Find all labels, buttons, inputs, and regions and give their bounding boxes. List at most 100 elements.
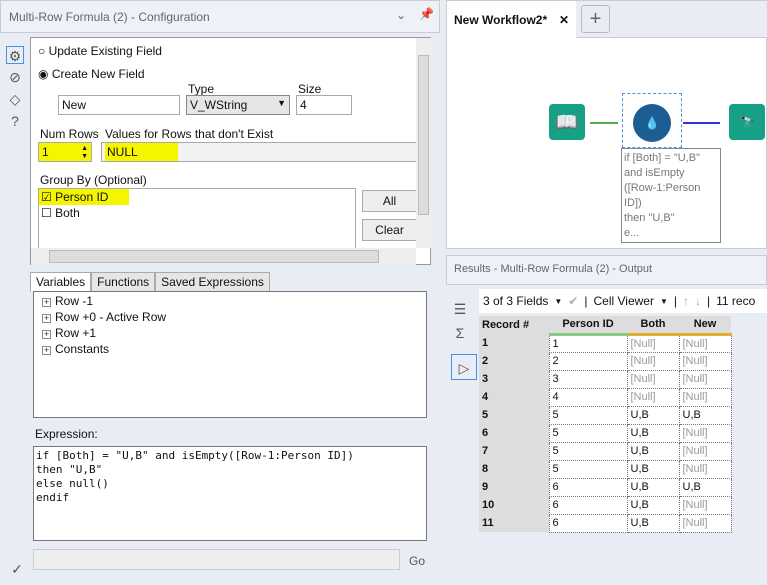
clear-button[interactable]: Clear xyxy=(362,219,417,241)
create-new-radio[interactable]: ◉ Create New Field xyxy=(38,67,145,81)
type-select[interactable]: V_WString ▼ xyxy=(186,95,290,115)
workflow-canvas[interactable]: New Workflow2* ✕ + 📖 💧 🔭 if [Both] = "U,B… xyxy=(446,0,767,249)
pin-icon[interactable]: 📌 xyxy=(419,7,434,21)
chevron-down-icon[interactable]: ⌄ xyxy=(396,8,406,22)
table-cell[interactable]: U,B xyxy=(626,405,680,425)
table-cell[interactable]: 5 xyxy=(479,406,549,424)
column-header[interactable]: Record # xyxy=(479,316,549,334)
table-cell[interactable]: 6 xyxy=(548,513,628,533)
table-cell[interactable]: 4 xyxy=(479,388,549,406)
table-cell[interactable]: [Null] xyxy=(626,351,680,371)
table-cell[interactable]: 7 xyxy=(479,442,549,460)
check-icon[interactable]: ✔ xyxy=(568,294,578,308)
size-input[interactable]: 4 xyxy=(296,95,352,115)
arrow-up-icon[interactable]: ↑ xyxy=(683,294,689,308)
output-anchor-icon[interactable]: ▷ xyxy=(451,354,477,380)
tree-item[interactable]: + Row +0 - Active Row xyxy=(42,309,418,325)
browse-tool-icon[interactable]: 🔭 xyxy=(729,104,765,140)
table-cell[interactable]: 3 xyxy=(479,370,549,388)
table-cell[interactable]: U,B xyxy=(626,477,680,497)
tree-item[interactable]: + Row -1 xyxy=(42,293,418,309)
table-cell[interactable]: 2 xyxy=(479,352,549,370)
field-name-input[interactable]: New xyxy=(58,95,180,115)
gear-icon[interactable]: ⚙ xyxy=(6,46,24,64)
expand-icon[interactable]: + xyxy=(42,314,51,323)
table-cell[interactable]: 5 xyxy=(548,459,628,479)
add-tab-button[interactable]: + xyxy=(581,5,610,33)
table-cell[interactable]: [Null] xyxy=(626,333,680,353)
expand-icon[interactable]: + xyxy=(42,346,51,355)
table-cell[interactable]: [Null] xyxy=(678,495,732,515)
sigma-icon[interactable]: Σ xyxy=(451,324,469,342)
num-rows-stepper[interactable]: 1 ▲ ▼ xyxy=(38,142,92,162)
tab-workflow[interactable]: New Workflow2* ✕ xyxy=(447,1,576,38)
table-cell[interactable]: [Null] xyxy=(626,387,680,407)
column-header[interactable]: Both xyxy=(627,316,679,336)
table-cell[interactable]: 8 xyxy=(479,460,549,478)
table-cell[interactable]: 9 xyxy=(479,478,549,496)
close-icon[interactable]: ✕ xyxy=(559,13,569,27)
table-cell[interactable]: [Null] xyxy=(678,369,732,389)
table-row[interactable]: 4 4 [Null] [Null] xyxy=(479,387,732,407)
expand-icon[interactable]: + xyxy=(42,330,51,339)
table-cell[interactable]: U,B xyxy=(678,405,732,425)
table-cell[interactable]: [Null] xyxy=(626,369,680,389)
table-cell[interactable]: 4 xyxy=(548,387,628,407)
table-row[interactable]: 6 5 U,B [Null] xyxy=(479,423,732,443)
table-cell[interactable]: [Null] xyxy=(678,333,732,353)
table-row[interactable]: 8 5 U,B [Null] xyxy=(479,459,732,479)
table-cell[interactable]: [Null] xyxy=(678,441,732,461)
expand-icon[interactable]: + xyxy=(42,298,51,307)
input-tool-icon[interactable]: 📖 xyxy=(549,104,585,140)
tab-functions[interactable]: Functions xyxy=(91,272,156,292)
table-cell[interactable]: 5 xyxy=(548,423,628,443)
table-cell[interactable]: U,B xyxy=(678,477,732,497)
table-cell[interactable]: U,B xyxy=(626,423,680,443)
table-cell[interactable]: U,B xyxy=(626,513,680,533)
horizontal-scrollbar[interactable] xyxy=(31,248,416,265)
all-button[interactable]: All xyxy=(362,190,417,212)
vertical-scrollbar[interactable] xyxy=(416,38,431,248)
dropdown-arrow-icon[interactable]: ▼ xyxy=(660,297,668,306)
dropdown-arrow-icon[interactable]: ▼ xyxy=(554,297,562,306)
help-icon[interactable]: ? xyxy=(6,112,24,130)
table-cell[interactable]: 2 xyxy=(548,351,628,371)
table-cell[interactable]: [Null] xyxy=(678,387,732,407)
group-item-both[interactable]: ☐ Both xyxy=(39,205,355,221)
table-cell[interactable]: [Null] xyxy=(678,459,732,479)
table-row[interactable]: 5 5 U,B U,B xyxy=(479,405,732,425)
connection-icon[interactable]: ⊘ xyxy=(6,68,24,86)
multi-row-formula-tool-icon[interactable]: 💧 xyxy=(633,104,671,142)
cell-viewer-select[interactable]: Cell Viewer xyxy=(593,294,653,308)
preview-input[interactable] xyxy=(33,549,400,570)
table-cell[interactable]: 5 xyxy=(548,441,628,461)
table-cell[interactable]: 6 xyxy=(479,424,549,442)
table-cell[interactable]: U,B xyxy=(626,441,680,461)
table-cell[interactable]: [Null] xyxy=(678,513,732,533)
table-row[interactable]: 7 5 U,B [Null] xyxy=(479,441,732,461)
go-button[interactable]: Go xyxy=(409,554,425,568)
group-item-person-id[interactable]: ☑ Person ID xyxy=(39,189,129,205)
tree-item[interactable]: + Constants xyxy=(42,341,418,357)
arrow-down-icon[interactable]: ↓ xyxy=(695,294,701,308)
tag-icon[interactable]: ◇ xyxy=(6,90,24,108)
table-row[interactable]: 1 1 [Null] [Null] xyxy=(479,333,732,353)
table-cell[interactable]: [Null] xyxy=(678,423,732,443)
table-row[interactable]: 9 6 U,B U,B xyxy=(479,477,732,497)
expression-editor[interactable]: if [Both] = "U,B" and isEmpty([Row-1:Per… xyxy=(33,446,427,541)
tab-variables[interactable]: Variables xyxy=(30,272,92,292)
column-header[interactable]: Person ID xyxy=(549,316,627,336)
table-cell[interactable]: 10 xyxy=(479,496,549,514)
nonexist-select[interactable]: NULL xyxy=(101,142,421,162)
list-icon[interactable]: ☰ xyxy=(451,300,469,318)
column-header[interactable]: New xyxy=(679,316,731,336)
table-cell[interactable]: 6 xyxy=(548,495,628,515)
table-row[interactable]: 10 6 U,B [Null] xyxy=(479,495,732,515)
table-cell[interactable]: 6 xyxy=(548,477,628,497)
fields-select[interactable]: 3 of 3 Fields xyxy=(483,294,548,308)
table-cell[interactable]: U,B xyxy=(626,495,680,515)
table-cell[interactable]: 1 xyxy=(479,334,549,352)
table-row[interactable]: 11 6 U,B [Null] xyxy=(479,513,732,533)
table-cell[interactable]: U,B xyxy=(626,459,680,479)
tree-item[interactable]: + Row +1 xyxy=(42,325,418,341)
